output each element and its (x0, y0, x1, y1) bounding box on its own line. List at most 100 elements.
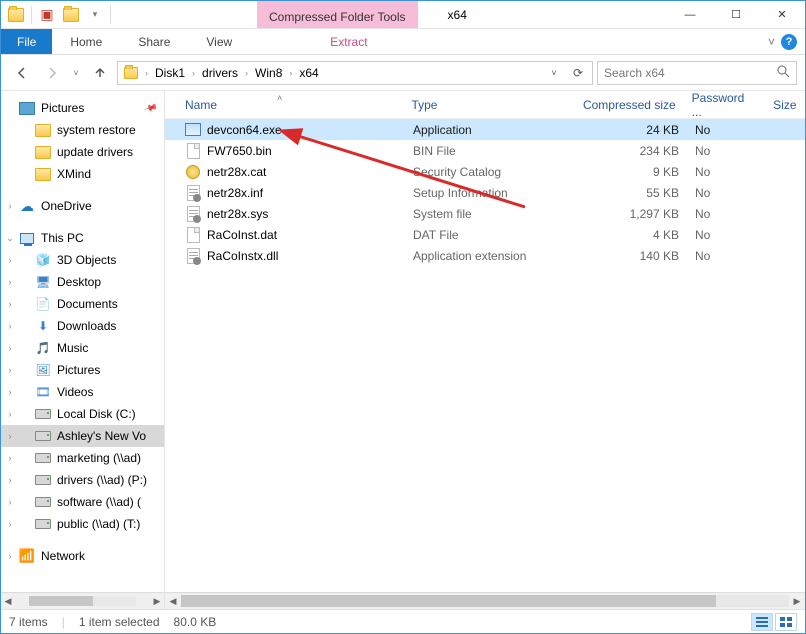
view-details-button[interactable] (751, 613, 773, 631)
file-name: RaCoInst.dat (207, 228, 277, 242)
file-compressed-size: 234 KB (565, 144, 687, 158)
file-row[interactable]: devcon64.exe Application24 KBNo (165, 119, 805, 140)
explorer-window: ▣ ▾ Compressed Folder Tools x64 — ☐ ✕ Fi… (0, 0, 806, 634)
nav-thispc-item[interactable]: ›⬇Downloads (1, 315, 164, 337)
status-size: 80.0 KB (174, 615, 217, 629)
maximize-button[interactable]: ☐ (713, 1, 759, 28)
col-type[interactable]: Type (403, 98, 562, 112)
app-icon[interactable] (5, 4, 27, 26)
file-name: FW7650.bin (207, 144, 272, 158)
file-compressed-size: 4 KB (565, 228, 687, 242)
tab-home[interactable]: Home (52, 29, 120, 54)
nav-quick-item[interactable]: system restore (1, 119, 164, 141)
search-icon[interactable] (776, 64, 790, 81)
nav-network[interactable]: ›📶Network (1, 545, 164, 567)
search-placeholder: Search x64 (604, 66, 776, 80)
nav-thispc-item[interactable]: ›🎞Videos (1, 381, 164, 403)
nav-recent-icon[interactable]: ˅ (69, 60, 83, 86)
title-bar: ▣ ▾ Compressed Folder Tools x64 — ☐ ✕ (1, 1, 805, 29)
col-name[interactable]: Name˄ (177, 98, 403, 112)
file-type: Application extension (405, 249, 565, 263)
breadcrumb-seg[interactable]: drivers (198, 62, 242, 84)
nav-forward-button[interactable] (39, 60, 65, 86)
nav-thispc-item[interactable]: ›Local Disk (C:) (1, 403, 164, 425)
file-password: No (687, 207, 769, 221)
window-title: x64 (418, 1, 667, 28)
nav-thispc-item[interactable]: ›public (\\ad) (T:) (1, 513, 164, 535)
col-size[interactable]: Size (765, 98, 805, 112)
help-icon[interactable]: ? (781, 34, 797, 50)
qat-new-folder-icon[interactable] (60, 4, 82, 26)
file-name: devcon64.exe (207, 123, 282, 137)
nav-thispc-item[interactable]: ›software (\\ad) ( (1, 491, 164, 513)
ribbon-expand-icon[interactable]: ˅ (768, 35, 775, 49)
breadcrumb-seg[interactable]: Win8 (251, 62, 286, 84)
address-dropdown-icon[interactable]: ˅ (542, 62, 566, 84)
file-row[interactable]: netr28x.infSetup Information55 KBNo (165, 182, 805, 203)
file-name: netr28x.inf (207, 186, 263, 200)
qat-properties-icon[interactable]: ▣ (36, 4, 58, 26)
quick-access-toolbar: ▣ ▾ (1, 1, 117, 28)
nav-quick-item[interactable]: XMind (1, 163, 164, 185)
file-type: Application (405, 123, 565, 137)
nav-thispc-item[interactable]: ›🖥Desktop (1, 271, 164, 293)
file-row[interactable]: RaCoInstx.dll Application extension140 KB… (165, 245, 805, 266)
nav-thispc-item[interactable]: ›🖼Pictures (1, 359, 164, 381)
file-password: No (687, 249, 769, 263)
nav-thispc-item[interactable]: ›Ashley's New Vo (1, 425, 164, 447)
file-list[interactable]: devcon64.exeApplication24 KBNoFW7650.bin… (165, 119, 805, 592)
nav-quick-item[interactable]: update drivers (1, 141, 164, 163)
file-compressed-size: 140 KB (565, 249, 687, 263)
file-tab[interactable]: File (1, 29, 52, 54)
nav-back-button[interactable] (9, 60, 35, 86)
address-bar-row: ˅ › Disk1 › drivers › Win8 › x64 ˅ ⟳ Sea… (1, 55, 805, 91)
status-bar: 7 items | 1 item selected 80.0 KB (1, 609, 805, 633)
file-type: Security Catalog (405, 165, 565, 179)
file-name: RaCoInstx.dll (207, 249, 278, 263)
file-compressed-size: 9 KB (565, 165, 687, 179)
file-password: No (687, 123, 769, 137)
search-input[interactable]: Search x64 (597, 61, 797, 85)
navigation-pane[interactable]: Pictures system restore update drivers X… (1, 91, 165, 609)
qat-customize-icon[interactable]: ▾ (84, 4, 106, 26)
file-compressed-size: 1,297 KB (565, 207, 687, 221)
address-bar[interactable]: › Disk1 › drivers › Win8 › x64 ˅ ⟳ (117, 61, 593, 85)
column-headers[interactable]: Name˄ Type Compressed size Password ... … (165, 91, 805, 119)
close-button[interactable]: ✕ (759, 1, 805, 28)
nav-thispc-item[interactable]: ›marketing (\\ad) (1, 447, 164, 469)
nav-thispc-item[interactable]: ›🧊3D Objects (1, 249, 164, 271)
nav-pictures[interactable]: Pictures (1, 97, 164, 119)
nav-onedrive[interactable]: ›☁OneDrive (1, 195, 164, 217)
nav-thispc-item[interactable]: ›📄Documents (1, 293, 164, 315)
breadcrumb-seg[interactable]: x64 (295, 62, 322, 84)
file-row[interactable]: RaCoInst.datDAT File4 KBNo (165, 224, 805, 245)
nav-horizontal-scrollbar[interactable]: ◀▶ (1, 592, 164, 609)
status-selected: 1 item selected (79, 615, 160, 629)
tab-view[interactable]: View (188, 29, 250, 54)
file-row[interactable]: netr28x.sys System file1,297 KBNo (165, 203, 805, 224)
file-compressed-size: 24 KB (565, 123, 687, 137)
refresh-icon[interactable]: ⟳ (566, 62, 590, 84)
breadcrumb-seg[interactable]: Disk1 (151, 62, 189, 84)
file-row[interactable]: FW7650.binBIN File234 KBNo (165, 140, 805, 161)
context-tab-label: Compressed Folder Tools (257, 1, 418, 28)
status-item-count: 7 items (9, 615, 48, 629)
col-password[interactable]: Password ... (684, 91, 766, 119)
file-password: No (687, 228, 769, 242)
nav-this-pc[interactable]: ⌄This PC (1, 227, 164, 249)
tab-share[interactable]: Share (120, 29, 188, 54)
content-horizontal-scrollbar[interactable]: ◀▶ (165, 592, 805, 609)
minimize-button[interactable]: — (667, 1, 713, 28)
file-type: System file (405, 207, 565, 221)
nav-thispc-item[interactable]: ›🎵Music (1, 337, 164, 359)
file-name: netr28x.sys (207, 207, 268, 221)
col-compressed-size[interactable]: Compressed size (562, 98, 683, 112)
file-row[interactable]: netr28x.catSecurity Catalog9 KBNo (165, 161, 805, 182)
file-type: BIN File (405, 144, 565, 158)
file-password: No (687, 186, 769, 200)
nav-up-button[interactable] (87, 60, 113, 86)
view-large-icons-button[interactable] (775, 613, 797, 631)
nav-thispc-item[interactable]: ›drivers (\\ad) (P:) (1, 469, 164, 491)
tab-extract[interactable]: Extract (312, 29, 385, 54)
file-list-pane: Name˄ Type Compressed size Password ... … (165, 91, 805, 609)
